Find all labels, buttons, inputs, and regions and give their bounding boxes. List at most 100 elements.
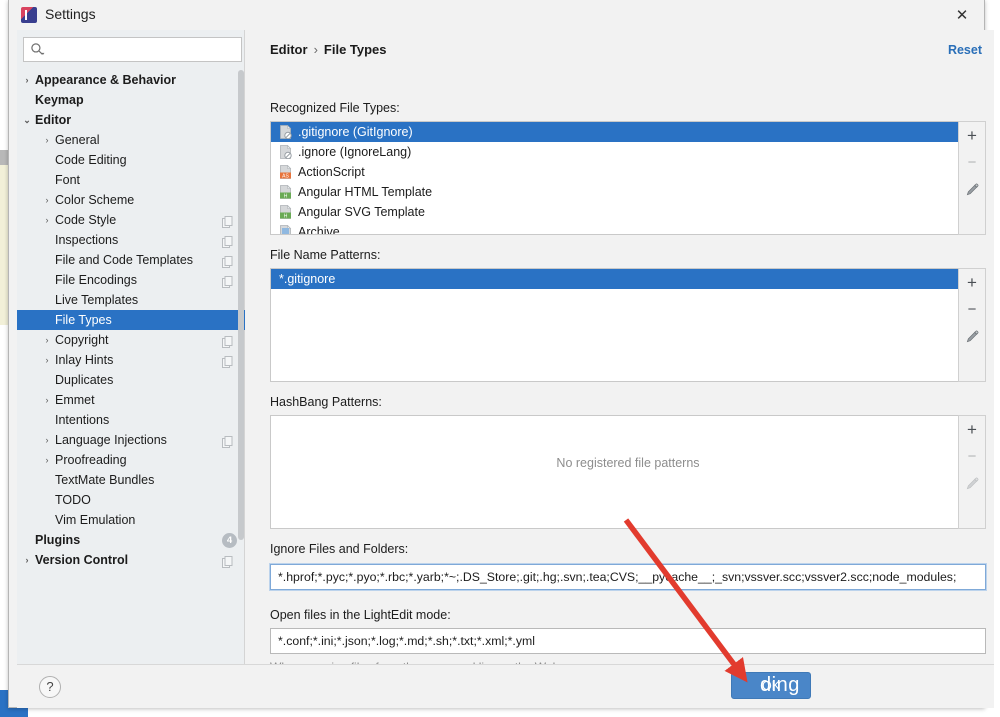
- recognized-file-type-row[interactable]: H Angular SVG Template: [271, 202, 969, 222]
- file-name-patterns-list[interactable]: *.gitignore: [270, 268, 986, 382]
- chevron-right-icon[interactable]: ›: [41, 430, 53, 450]
- sidebar-item-label: Inspections: [55, 230, 118, 250]
- sidebar-item-textmate-bundles[interactable]: TextMate Bundles: [17, 470, 245, 490]
- sidebar-item-appearance-behavior[interactable]: ›Appearance & Behavior: [17, 70, 245, 90]
- chevron-right-icon[interactable]: ›: [41, 190, 53, 210]
- breadcrumb-current: File Types: [324, 42, 387, 57]
- edit-file-type-button[interactable]: [959, 176, 985, 203]
- sidebar-item-proofreading[interactable]: ›Proofreading: [17, 450, 245, 470]
- sidebar-item-vim-emulation[interactable]: Vim Emulation: [17, 510, 245, 530]
- backdrop-yellow-strip: [0, 165, 8, 325]
- chevron-right-icon[interactable]: ›: [41, 390, 53, 410]
- close-icon[interactable]: ✕: [950, 4, 974, 26]
- hashbang-patterns-list[interactable]: No registered file patterns: [270, 415, 986, 529]
- sidebar-item-label: File Types: [55, 310, 112, 330]
- recognized-file-type-row[interactable]: .ignore (IgnoreLang): [271, 142, 969, 162]
- sidebar-item-label: Language Injections: [55, 430, 167, 450]
- search-input[interactable]: [23, 37, 242, 62]
- search-field-wrapper: [23, 37, 242, 62]
- sidebar-item-color-scheme[interactable]: ›Color Scheme: [17, 190, 245, 210]
- sidebar-item-file-and-code-templates[interactable]: File and Code Templates: [17, 250, 245, 270]
- sidebar-item-plugins[interactable]: Plugins4: [17, 530, 245, 550]
- sidebar-item-live-templates[interactable]: Live Templates: [17, 290, 245, 310]
- dialog-title: Settings: [45, 6, 96, 22]
- sidebar-scroll-thumb[interactable]: [238, 70, 244, 540]
- chevron-right-icon[interactable]: ›: [41, 330, 53, 350]
- lightedit-input[interactable]: *.conf;*.ini;*.json;*.log;*.md;*.sh;*.tx…: [270, 628, 986, 654]
- copy-settings-icon[interactable]: [222, 214, 233, 226]
- file-types-page: Editor›File Types Reset Recognized File …: [246, 30, 994, 664]
- chevron-right-icon[interactable]: ›: [21, 550, 33, 570]
- dialog-titlebar: Settings ✕: [9, 0, 984, 30]
- sidebar-plugin-count-badge: 4: [222, 533, 237, 548]
- chevron-down-icon[interactable]: ⌄: [21, 110, 33, 130]
- sidebar-scrollbar[interactable]: [238, 70, 245, 664]
- recognized-file-type-row[interactable]: HAngular HTML Template: [271, 182, 969, 202]
- actionscript-file-icon: AS: [279, 165, 292, 179]
- sidebar-item-duplicates[interactable]: Duplicates: [17, 370, 245, 390]
- sidebar-item-code-style[interactable]: ›Code Style: [17, 210, 245, 230]
- sidebar-item-label: Intentions: [55, 410, 109, 430]
- copy-settings-icon[interactable]: [222, 234, 233, 246]
- add-hashbang-button[interactable]: +: [959, 416, 985, 443]
- recognized-file-type-label: Angular SVG Template: [298, 205, 425, 219]
- copy-settings-icon[interactable]: [222, 254, 233, 266]
- breadcrumb-separator-icon: ›: [314, 42, 318, 57]
- sidebar-item-emmet[interactable]: ›Emmet: [17, 390, 245, 410]
- recognized-file-type-label: .ignore (IgnoreLang): [298, 145, 411, 159]
- dialog-footer: ?: [17, 664, 994, 708]
- sidebar-item-label: Duplicates: [55, 370, 113, 390]
- sidebar-item-label: General: [55, 130, 99, 150]
- breadcrumb-parent[interactable]: Editor: [270, 42, 308, 57]
- sidebar-item-editor[interactable]: ⌄Editor: [17, 110, 245, 130]
- ignore-files-input[interactable]: *.hprof;*.pyc;*.pyo;*.rbc;*.yarb;*~;.DS_…: [270, 564, 986, 590]
- file-name-pattern-row[interactable]: *.gitignore: [271, 269, 985, 289]
- recognized-file-type-row[interactable]: ASActionScript: [271, 162, 969, 182]
- sidebar-item-todo[interactable]: TODO: [17, 490, 245, 510]
- sidebar-item-intentions[interactable]: Intentions: [17, 410, 245, 430]
- sidebar-item-inspections[interactable]: Inspections: [17, 230, 245, 250]
- sidebar-item-file-types[interactable]: File Types: [17, 310, 245, 330]
- sidebar-item-label: Inlay Hints: [55, 350, 113, 370]
- sidebar-item-label: Editor: [35, 110, 71, 130]
- sidebar-item-language-injections[interactable]: ›Language Injections: [17, 430, 245, 450]
- sidebar-item-general[interactable]: ›General: [17, 130, 245, 150]
- copy-settings-icon[interactable]: [222, 434, 233, 446]
- chevron-right-icon[interactable]: ›: [41, 350, 53, 370]
- lightedit-label: Open files in the LightEdit mode:: [270, 608, 451, 622]
- sidebar-item-keymap[interactable]: Keymap: [17, 90, 245, 110]
- add-pattern-button[interactable]: +: [959, 269, 985, 296]
- sidebar-item-file-encodings[interactable]: File Encodings: [17, 270, 245, 290]
- chevron-right-icon[interactable]: ›: [41, 130, 53, 150]
- remove-file-type-button: −: [959, 149, 985, 176]
- reset-link[interactable]: Reset: [948, 43, 982, 57]
- recognized-file-type-row[interactable]: Archive: [271, 222, 969, 235]
- intellij-icon: [21, 7, 37, 23]
- sidebar-item-copyright[interactable]: ›Copyright: [17, 330, 245, 350]
- remove-pattern-button[interactable]: −: [959, 296, 985, 323]
- ignore-file-icon: [279, 145, 292, 159]
- chevron-right-icon[interactable]: ›: [41, 450, 53, 470]
- angular-svg-file-icon: H: [279, 205, 292, 219]
- copy-settings-icon[interactable]: [222, 554, 233, 566]
- sidebar-item-label: Copyright: [55, 330, 109, 350]
- sidebar-item-code-editing[interactable]: Code Editing: [17, 150, 245, 170]
- add-file-type-button[interactable]: +: [959, 122, 985, 149]
- edit-pattern-button[interactable]: [959, 323, 985, 350]
- edit-hashbang-button: [959, 470, 985, 497]
- sidebar-item-version-control[interactable]: ›Version Control: [17, 550, 245, 570]
- copy-settings-icon[interactable]: [222, 334, 233, 346]
- sidebar-item-font[interactable]: Font: [17, 170, 245, 190]
- file-name-pattern-label: *.gitignore: [279, 272, 335, 286]
- chevron-right-icon[interactable]: ›: [21, 70, 33, 90]
- ok-button[interactable]: OK: [731, 672, 811, 699]
- copy-settings-icon[interactable]: [222, 354, 233, 366]
- chevron-right-icon[interactable]: ›: [41, 210, 53, 230]
- copy-settings-icon[interactable]: [222, 274, 233, 286]
- help-icon[interactable]: ?: [39, 676, 61, 698]
- sidebar-item-label: Keymap: [35, 90, 84, 110]
- recognized-file-type-row[interactable]: .gitignore (GitIgnore): [271, 122, 969, 142]
- sidebar-item-inlay-hints[interactable]: ›Inlay Hints: [17, 350, 245, 370]
- recognized-file-types-list[interactable]: .gitignore (GitIgnore) .ignore (IgnoreLan…: [270, 121, 970, 235]
- settings-tree[interactable]: ›Appearance & BehaviorKeymap⌄Editor›Gene…: [17, 70, 245, 664]
